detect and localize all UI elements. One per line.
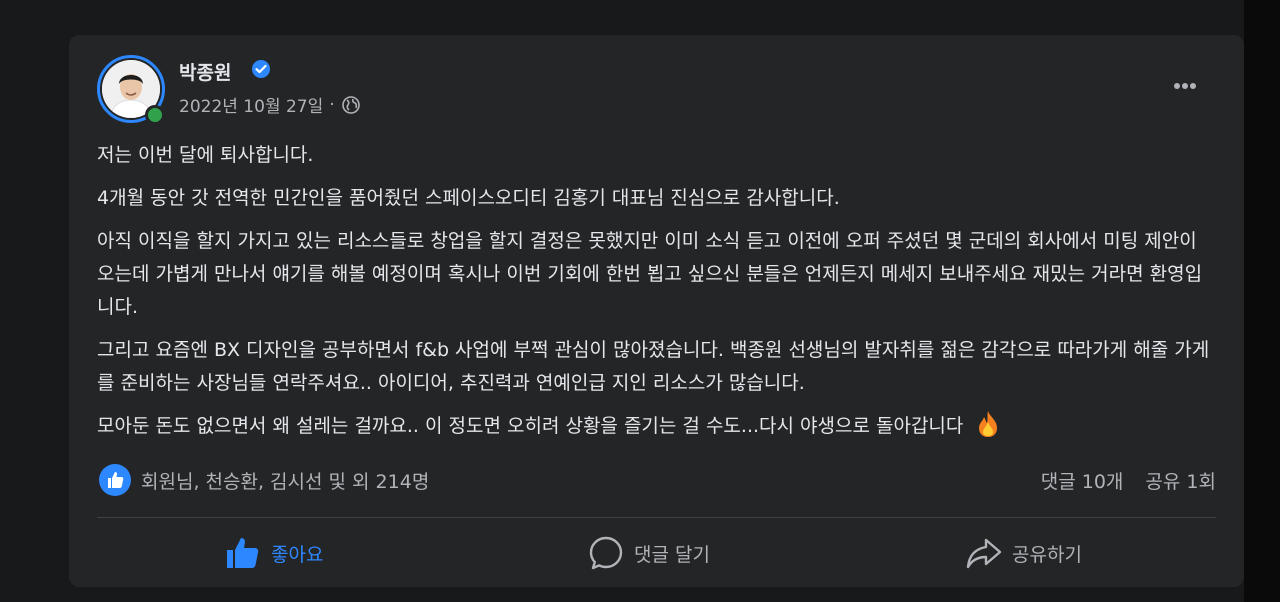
comments-count[interactable]: 댓글 10개 bbox=[1041, 467, 1124, 494]
fire-icon bbox=[979, 411, 998, 437]
share-button[interactable]: 공유하기 bbox=[966, 535, 1082, 571]
thumbs-up-icon bbox=[227, 538, 259, 568]
post-date[interactable]: 2022년 10월 27일 bbox=[179, 92, 323, 117]
post-paragraph: 4개월 동안 갓 전역한 민간인을 품어줬던 스페이스오디티 김홍기 대표님 진… bbox=[97, 187, 840, 209]
author-name[interactable]: 박종원 bbox=[179, 58, 231, 85]
comment-icon bbox=[589, 536, 623, 570]
reaction-names[interactable]: 회원님, 천승환, 김시선 및 외 214명 bbox=[141, 467, 429, 494]
online-status-dot bbox=[145, 105, 165, 125]
post-meta: 2022년 10월 27일 · bbox=[179, 92, 361, 117]
share-label: 공유하기 bbox=[1012, 543, 1082, 566]
like-label: 좋아요 bbox=[271, 543, 324, 566]
comment-label: 댓글 달기 bbox=[634, 543, 710, 566]
action-divider bbox=[97, 517, 1216, 518]
share-arrow-icon bbox=[966, 538, 1002, 569]
post-card: 박종원 2022년 10월 27일 · 저는 이번 달에 퇴사합니다. 4개월 … bbox=[69, 35, 1244, 587]
verified-badge-icon bbox=[252, 60, 270, 78]
author-avatar[interactable] bbox=[97, 55, 165, 125]
post-paragraph-text: 모아둔 돈도 없으면서 왜 설레는 걸까요.. 이 정도면 오히려 상황을 즐기… bbox=[97, 415, 964, 437]
post-paragraph: 그리고 요즘엔 BX 디자인을 공부하면서 f&b 사업에 부쩍 관심이 많아졌… bbox=[97, 339, 1210, 394]
like-button[interactable]: 좋아요 bbox=[225, 535, 323, 571]
meta-separator: · bbox=[329, 94, 335, 115]
like-reaction-icon bbox=[99, 464, 131, 496]
engagement-counts: 댓글 10개 공유 1회 bbox=[1041, 467, 1216, 494]
reaction-summary[interactable]: 회원님, 천승환, 김시선 및 외 214명 bbox=[99, 464, 429, 496]
post-body: 저는 이번 달에 퇴사합니다. 4개월 동안 갓 전역한 민간인을 품어줬던 스… bbox=[97, 139, 1217, 453]
window-edge bbox=[1244, 0, 1280, 602]
globe-icon[interactable] bbox=[341, 95, 361, 115]
comment-button[interactable]: 댓글 달기 bbox=[588, 535, 710, 571]
post-paragraph: 아직 이직을 할지 가지고 있는 리소스들로 창업을 할지 결정은 못했지만 이… bbox=[97, 230, 1203, 318]
shares-count[interactable]: 공유 1회 bbox=[1145, 467, 1216, 494]
more-options-icon[interactable] bbox=[1167, 75, 1203, 97]
post-paragraph-last: 모아둔 돈도 없으면서 왜 설레는 걸까요.. 이 정도면 오히려 상황을 즐기… bbox=[97, 410, 1217, 443]
post-paragraph: 저는 이번 달에 퇴사합니다. bbox=[97, 144, 314, 166]
